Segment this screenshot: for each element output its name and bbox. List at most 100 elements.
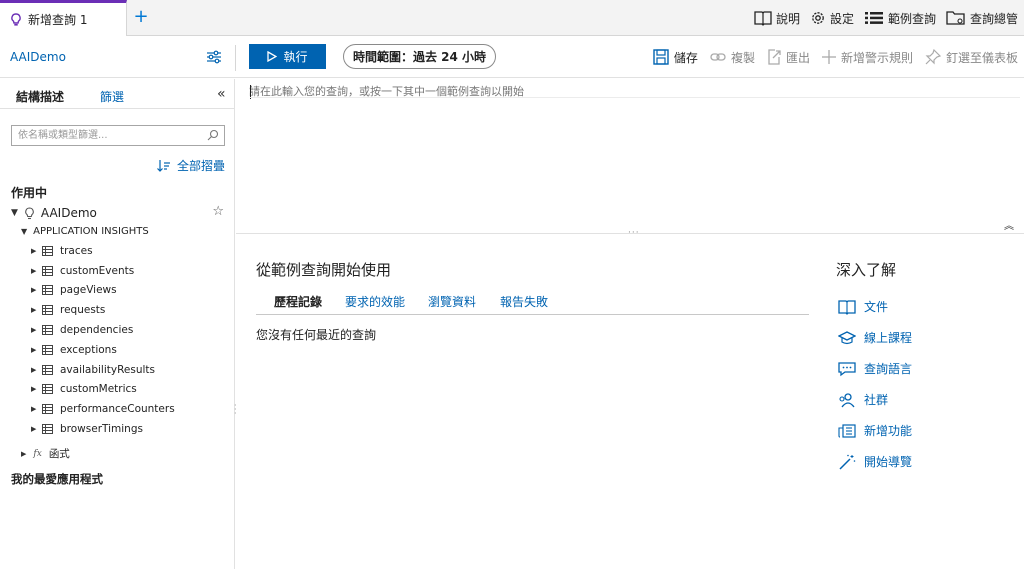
learn-community-link[interactable]: 社群	[838, 384, 912, 415]
help-link[interactable]: 說明	[754, 10, 800, 27]
table-icon	[42, 305, 53, 316]
empty-history-text: 您沒有任何最近的查詢	[256, 328, 377, 342]
caret-right-icon[interactable]: ▶	[31, 286, 36, 294]
active-section-heading: 作用中	[11, 186, 48, 200]
community-icon	[839, 392, 855, 407]
learn-community-label: 社群	[864, 393, 889, 407]
tab-browse-data[interactable]: 瀏覽資料	[428, 293, 476, 310]
play-icon	[267, 51, 278, 62]
learn-course-link[interactable]: 線上課程	[838, 322, 912, 353]
table-label: dependencies	[60, 324, 134, 337]
save-button[interactable]: 儲存	[653, 49, 698, 66]
function-icon: fx	[33, 448, 42, 459]
caret-down-icon[interactable]: ▼	[11, 208, 18, 218]
learn-whats-new-link[interactable]: 新增功能	[838, 415, 912, 446]
sample-queries-label: 範例查詢	[887, 11, 936, 26]
table-node[interactable]: ▶ performanceCounters	[31, 399, 175, 419]
tab-schema[interactable]: 結構描述	[16, 88, 64, 105]
table-node[interactable]: ▶ customMetrics	[31, 380, 175, 400]
query-explorer-link[interactable]: 查詢總管	[946, 10, 1018, 27]
table-node[interactable]: ▶ dependencies	[31, 320, 175, 340]
table-label: pageViews	[60, 284, 117, 297]
learn-more-title: 深入了解	[836, 261, 897, 279]
ai-group-node[interactable]: ▼ APPLICATION INSIGHTS	[21, 226, 149, 237]
add-tab-button[interactable]: +	[132, 8, 150, 26]
book-icon	[754, 11, 772, 26]
table-node[interactable]: ▶ availabilityResults	[31, 360, 175, 380]
caret-right-icon[interactable]: ▶	[31, 267, 36, 275]
star-icon[interactable]: ☆	[212, 204, 224, 219]
tab-filter[interactable]: 篩選	[100, 88, 124, 105]
new-alert-rule-button[interactable]: 新增警示規則	[821, 49, 913, 66]
tab-report-failures[interactable]: 報告失敗	[500, 293, 548, 310]
tab-label: 新增查詢 1	[28, 13, 88, 27]
schema-search-input[interactable]	[12, 126, 200, 145]
toolbar-divider	[235, 45, 236, 71]
bulb-icon	[25, 206, 34, 219]
learn-language-link[interactable]: 查詢語言	[838, 353, 912, 384]
sort-icon	[157, 159, 170, 172]
copy-label: 複製	[730, 50, 755, 65]
tab-history[interactable]: 歷程記錄	[274, 293, 322, 310]
export-button[interactable]: 匯出	[767, 49, 810, 66]
tab-request-performance[interactable]: 要求的效能	[345, 293, 405, 310]
query-editor-input[interactable]	[249, 83, 1009, 223]
caret-right-icon[interactable]: ▶	[31, 346, 36, 354]
new-alert-rule-label: 新增警示規則	[840, 50, 913, 65]
functions-node[interactable]: ▶ fx 函式	[21, 446, 70, 461]
caret-down-icon[interactable]: ▼	[21, 227, 27, 236]
pin-to-dashboard-button[interactable]: 釘選至儀表板	[925, 49, 1018, 66]
table-node[interactable]: ▶ exceptions	[31, 340, 175, 360]
table-node[interactable]: ▶ browserTimings	[31, 419, 175, 439]
app-tree-node[interactable]: ▼ AAIDemo ☆	[11, 204, 226, 222]
tab-bar: 新增查詢 1 + 說明 設定 範例查詢 查詢總管	[0, 0, 1024, 36]
run-button[interactable]: 執行	[249, 44, 326, 69]
table-icon	[42, 285, 53, 296]
table-node[interactable]: ▶ customEvents	[31, 261, 175, 281]
table-icon	[42, 404, 53, 415]
collapse-all-label: 全部摺疊	[177, 159, 226, 173]
save-label: 儲存	[673, 50, 698, 65]
collapse-panel-icon[interactable]: «	[217, 86, 226, 102]
top-links: 說明 設定 範例查詢 查詢總管	[744, 0, 1018, 36]
editor-line-highlight	[250, 97, 1020, 98]
gear-icon	[812, 12, 824, 24]
learn-tour-link[interactable]: 開始導覽	[838, 446, 912, 477]
learn-docs-link[interactable]: 文件	[838, 291, 912, 322]
collapse-all-button[interactable]: 全部摺疊	[157, 157, 225, 174]
toolbar-actions: 儲存 複製 匯出 新增警示規則 釘選至儀表板	[641, 45, 1018, 69]
query-tab[interactable]: 新增查詢 1	[0, 0, 127, 36]
course-icon	[838, 330, 856, 344]
caret-right-icon[interactable]: ▶	[31, 247, 36, 255]
caret-right-icon[interactable]: ▶	[31, 326, 36, 334]
wand-icon	[839, 454, 856, 470]
copy-link-button[interactable]: 複製	[710, 49, 755, 66]
schema-panel: 結構描述 篩選 « 全部摺疊 作用中 ▼ AAIDemo ☆ ▼ APPLICA…	[0, 79, 235, 569]
table-label: browserTimings	[60, 423, 143, 436]
table-icon	[42, 344, 53, 355]
table-icon	[42, 364, 53, 375]
caret-right-icon[interactable]: ▶	[31, 385, 36, 393]
list-icon	[864, 12, 883, 24]
app-name-link[interactable]: AAIDemo	[10, 50, 66, 64]
export-icon	[768, 49, 781, 65]
table-node[interactable]: ▶ pageViews	[31, 281, 175, 301]
caret-right-icon[interactable]: ▶	[21, 450, 26, 458]
expand-editor-icon[interactable]: ︽	[1004, 217, 1014, 232]
sample-queries-link[interactable]: 範例查詢	[864, 10, 936, 27]
ai-group-label: APPLICATION INSIGHTS	[33, 226, 149, 237]
table-node[interactable]: ▶ requests	[31, 300, 175, 320]
caret-right-icon[interactable]: ▶	[31, 306, 36, 314]
table-node[interactable]: ▶ traces	[31, 241, 175, 261]
caret-right-icon[interactable]: ▶	[31, 405, 36, 413]
favorites-heading: 我的最愛應用程式	[11, 472, 103, 486]
settings-label: 設定	[829, 11, 854, 26]
caret-right-icon[interactable]: ▶	[31, 366, 36, 374]
settings-link[interactable]: 設定	[810, 10, 854, 27]
pin-label: 釘選至儀表板	[945, 50, 1018, 65]
learn-language-label: 查詢語言	[864, 362, 913, 376]
time-range-button[interactable]: 時間範圍：過去 24 小時	[343, 44, 496, 69]
filter-settings-icon[interactable]	[206, 49, 222, 65]
query-editor: ︽	[236, 79, 1024, 234]
caret-right-icon[interactable]: ▶	[31, 425, 36, 433]
